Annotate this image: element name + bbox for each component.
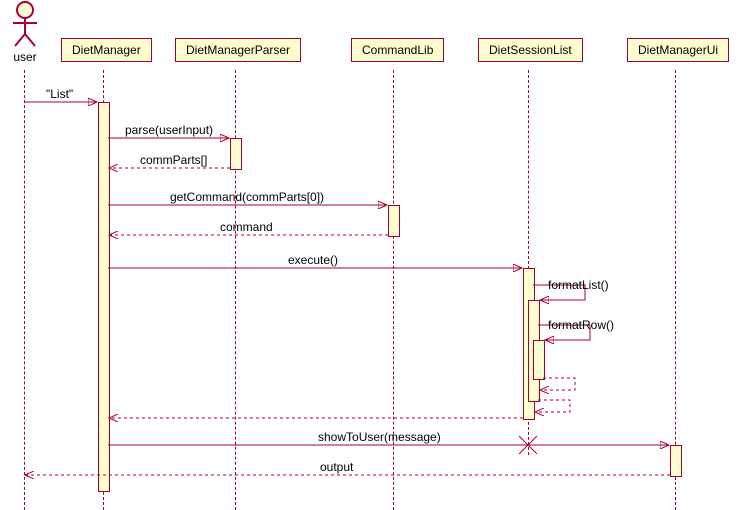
message-formatlist: formatList() bbox=[548, 278, 609, 292]
participant-label: DietManager bbox=[72, 43, 141, 57]
participant-dietmanagerparser: DietManagerParser bbox=[175, 38, 301, 62]
message-list: "List" bbox=[46, 87, 73, 101]
participant-dietmanagerui: DietManagerUi bbox=[627, 38, 729, 62]
message-commparts: commParts[] bbox=[140, 153, 207, 167]
participant-dietsessionlist: DietSessionList bbox=[478, 38, 583, 62]
lifeline-user bbox=[24, 70, 25, 510]
message-parse: parse(userInput) bbox=[125, 123, 213, 137]
message-output: output bbox=[320, 460, 353, 474]
message-command: command bbox=[220, 220, 273, 234]
activation-dietmanagerui bbox=[670, 445, 682, 477]
participant-label: DietSessionList bbox=[489, 43, 572, 57]
participant-label: DietManagerUi bbox=[638, 43, 718, 57]
actor-label: user bbox=[8, 50, 42, 64]
activation-commandlib bbox=[388, 205, 400, 237]
participant-dietmanager: DietManager bbox=[61, 38, 152, 62]
message-showtouser: showToUser(message) bbox=[318, 430, 441, 444]
message-formatrow: formatRow() bbox=[548, 318, 614, 332]
lifeline-dietmanagerparser bbox=[235, 70, 236, 510]
message-getcommand: getCommand(commParts[0]) bbox=[170, 190, 324, 204]
lifeline-commandlib bbox=[393, 70, 394, 510]
activation-dietmanager bbox=[98, 102, 110, 492]
participant-label: DietManagerParser bbox=[186, 43, 290, 57]
activation-dietsessionlist-nested2 bbox=[533, 340, 545, 380]
lifeline-dietmanagerui bbox=[675, 70, 676, 510]
participant-commandlib: CommandLib bbox=[351, 38, 444, 62]
message-execute: execute() bbox=[288, 253, 338, 267]
activation-dietmanagerparser bbox=[230, 138, 242, 170]
actor-user: user bbox=[8, 1, 42, 64]
participant-label: CommandLib bbox=[362, 43, 433, 57]
sequence-diagram: user DietManager DietManagerParser Comma… bbox=[0, 0, 739, 510]
